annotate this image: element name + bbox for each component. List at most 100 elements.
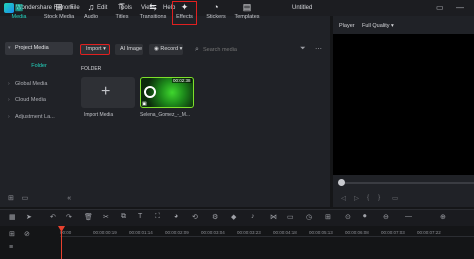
- filter-icon[interactable]: ⏷: [300, 45, 306, 53]
- search-input[interactable]: [203, 44, 293, 55]
- text-tool-icon[interactable]: T: [138, 213, 142, 220]
- minimize-icon[interactable]: —: [456, 3, 464, 12]
- new-folder-icon[interactable]: ⊞: [8, 195, 14, 202]
- marker-icon[interactable]: ⊙: [345, 213, 351, 221]
- track-settings-icon[interactable]: ≡: [9, 244, 13, 251]
- chevron-down-icon: ▾: [391, 23, 394, 29]
- tab-label: Transitions: [139, 14, 167, 20]
- tab-stock-media[interactable]: ⊞ Stock Media: [43, 2, 75, 26]
- sidebar-item-adjustment-layer[interactable]: › Adjustment La...: [5, 111, 73, 124]
- zoom-in-icon[interactable]: ⊕: [440, 213, 446, 221]
- tab-stickers[interactable]: ◔ Stickers: [200, 2, 232, 26]
- sidebar-item-label: Global Media: [15, 81, 48, 87]
- record-icon: ◉: [154, 46, 159, 52]
- chevron-right-icon: ›: [8, 114, 10, 120]
- sidebar-item-label: Cloud Media: [15, 97, 46, 103]
- more-options-icon[interactable]: ⋯: [315, 45, 322, 53]
- chevron-right-icon: ›: [8, 81, 10, 87]
- audio-icon[interactable]: ♪: [251, 213, 255, 220]
- templates-icon: ▤: [242, 2, 252, 12]
- mark-in-icon[interactable]: {: [367, 194, 369, 201]
- chevron-down-icon: ▾: [179, 46, 183, 52]
- ruler-tick-label: 00:00:07:03: [381, 230, 405, 235]
- ripple-icon[interactable]: ⋈: [270, 213, 277, 221]
- delete-icon[interactable]: 🗑: [84, 213, 93, 221]
- record-button[interactable]: ◉ Record ▾: [149, 44, 183, 55]
- scrubber-handle[interactable]: [338, 179, 345, 186]
- tab-label: Templates: [234, 14, 260, 20]
- tab-label: Stock Media: [43, 14, 75, 20]
- titles-icon: T: [119, 2, 125, 12]
- undo-icon[interactable]: ↶: [50, 213, 56, 221]
- sidebar-item-project-media[interactable]: ▾ Project Media: [5, 42, 73, 55]
- caption-icon[interactable]: ▭: [287, 213, 294, 221]
- quality-value: Full Quality: [362, 23, 390, 29]
- record-voice-icon[interactable]: ⏺: [363, 213, 367, 221]
- player-scrubber[interactable]: [341, 182, 474, 184]
- import-media-label: Import Media: [84, 112, 114, 118]
- speed-icon[interactable]: ⟲: [192, 213, 198, 221]
- sidebar-item-folder[interactable]: Folder: [5, 60, 73, 73]
- audio-icon: ♫: [87, 2, 95, 12]
- plus-icon: +: [101, 83, 111, 100]
- tab-media[interactable]: ▦ Media: [3, 2, 35, 26]
- sidebar-item-label: Project Media: [15, 45, 49, 51]
- quality-dropdown[interactable]: Full Quality ▾: [362, 23, 394, 29]
- ruler-tick-label: 00:00:00:19: [93, 230, 117, 235]
- adjust-icon[interactable]: ⚙: [212, 213, 218, 221]
- sidebar-item-label: Adjustment La...: [15, 114, 55, 120]
- clip-duration: 00:02:38: [172, 78, 192, 83]
- clock-icon[interactable]: ◷: [306, 213, 312, 221]
- link-icon[interactable]: ⧉: [121, 213, 126, 221]
- redo-icon[interactable]: ↷: [66, 213, 72, 221]
- zoom-out-icon[interactable]: ⊖: [383, 213, 389, 221]
- play-icon[interactable]: ▷: [354, 194, 359, 202]
- media-icon: ▦: [14, 2, 24, 12]
- effects-icon: ✦: [180, 2, 189, 12]
- document-title: Untitled: [292, 5, 313, 11]
- step-back-icon[interactable]: ◁: [341, 194, 346, 202]
- crop-icon[interactable]: ⛶: [155, 213, 160, 221]
- zoom-slider-icon[interactable]: —: [405, 213, 412, 220]
- color-icon[interactable]: ◕: [174, 213, 178, 220]
- add-track-icon[interactable]: ⊞: [9, 230, 15, 238]
- ruler-tick-label: 00:00:03:04: [201, 230, 225, 235]
- stickers-icon: ◔: [213, 2, 219, 12]
- tab-effects[interactable]: ✦ Effects: [172, 1, 197, 25]
- ai-image-button[interactable]: AI Image: [115, 44, 143, 55]
- monitor-icon[interactable]: ▭: [436, 3, 444, 12]
- clip-logo-icon: [144, 86, 156, 98]
- collapse-icon[interactable]: «: [67, 195, 71, 202]
- folder-icon[interactable]: ▭: [22, 195, 29, 202]
- keyframe-icon[interactable]: ◆: [231, 213, 236, 221]
- split-icon[interactable]: ✂: [103, 213, 109, 221]
- sidebar-footer: ⊞ ▭ «: [8, 194, 71, 202]
- snap-icon[interactable]: ⊞: [325, 213, 331, 221]
- select-tool-icon[interactable]: ➤: [26, 213, 32, 221]
- ruler-tick-label: 00:00:07:22: [417, 230, 441, 235]
- player-screen: [333, 34, 474, 175]
- tab-templates[interactable]: ▤ Templates: [231, 2, 263, 26]
- fullscreen-icon[interactable]: ▭: [392, 194, 398, 202]
- sidebar-item-cloud-media[interactable]: › Cloud Media: [5, 94, 73, 107]
- import-button[interactable]: Import ▾: [80, 44, 110, 55]
- tab-label: Media: [11, 14, 27, 20]
- chevron-down-icon: ▾: [8, 45, 11, 51]
- import-label: Import: [86, 46, 102, 52]
- ruler-tick-label: 00:00:03:23: [237, 230, 261, 235]
- record-label: Record: [160, 46, 179, 52]
- mark-out-icon[interactable]: }: [378, 194, 380, 201]
- ruler-tick-label: 00:00:04:18: [273, 230, 297, 235]
- sidebar-item-global-media[interactable]: › Global Media: [5, 78, 73, 91]
- tab-label: Audio: [83, 14, 99, 20]
- layout-icon[interactable]: ▦: [9, 213, 16, 221]
- tab-titles[interactable]: T Titles: [106, 2, 138, 26]
- search-icon: ⌕: [195, 46, 199, 53]
- ruler-tick-label: 00:00:06:08: [345, 230, 369, 235]
- tab-transitions[interactable]: ⇆ Transitions: [137, 2, 169, 26]
- tab-label: Stickers: [206, 14, 226, 20]
- link-track-icon[interactable]: ⊘: [24, 230, 30, 238]
- tab-audio[interactable]: ♫ Audio: [75, 2, 107, 26]
- ruler-baseline: [60, 236, 474, 237]
- tab-label: Effects: [176, 14, 193, 20]
